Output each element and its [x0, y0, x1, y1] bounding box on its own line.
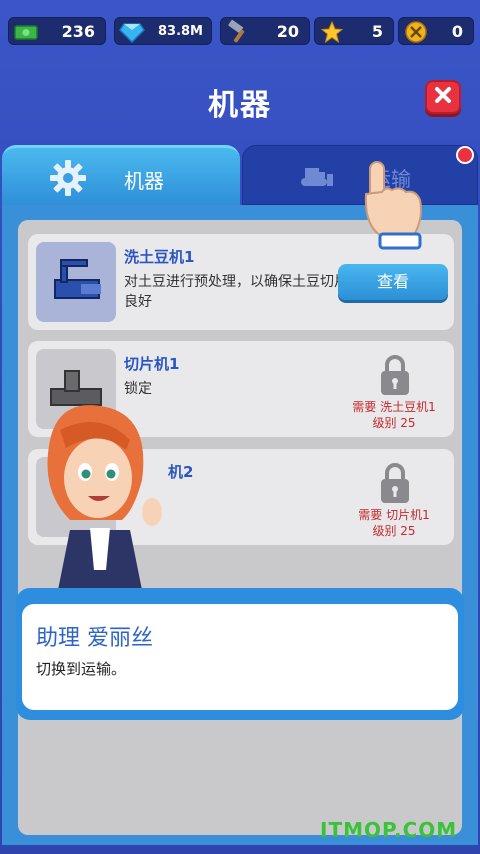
- requirement-machine: 需要 切片机1: [358, 508, 430, 522]
- diamond-value: 83.8M: [157, 24, 203, 39]
- tab-machines[interactable]: 机器: [2, 145, 240, 205]
- hammer-icon: [225, 20, 251, 44]
- resource-diamond: 83.8M: [114, 17, 212, 45]
- assistant-dialog[interactable]: 助理 爱丽丝 切换到运输。: [22, 604, 458, 710]
- dialog-speaker: 助理 爱丽丝: [36, 626, 153, 651]
- star-value: 5: [371, 22, 383, 41]
- diamond-icon: [119, 20, 145, 44]
- hammer-value: 20: [276, 22, 299, 41]
- page-title: 机器: [208, 88, 272, 123]
- resource-hammer: 20: [220, 17, 310, 45]
- requirement-machine: 需要 洗土豆机1: [352, 400, 436, 414]
- gear-icon: [48, 158, 88, 198]
- close-icon: [433, 85, 453, 109]
- tab-machines-label: 机器: [124, 169, 164, 193]
- machine-status: 锁定: [124, 381, 152, 397]
- resource-cash: 236: [8, 17, 106, 45]
- tutorial-hand-pointer: [360, 160, 430, 250]
- machine-name: 切片机1: [124, 355, 180, 373]
- potato-washer-image: [36, 242, 116, 322]
- unlock-requirement: 需要 切片机1 级别 25: [328, 507, 460, 539]
- requirement-level: 级别 25: [372, 416, 416, 430]
- assistant-character: [30, 400, 170, 590]
- view-button[interactable]: 查看: [338, 264, 448, 300]
- requirement-level: 级别 25: [372, 524, 416, 538]
- lock-icon: [378, 461, 412, 505]
- cash-icon: [13, 20, 39, 44]
- machine-description: 对土豆进行预处理，以确保土豆切片良好: [124, 274, 348, 310]
- notification-dot: [456, 146, 474, 164]
- star-icon: [319, 20, 345, 44]
- bulldozer-icon: [297, 156, 337, 196]
- close-button[interactable]: [425, 80, 461, 114]
- badge-value: 0: [451, 22, 463, 41]
- resource-bar: 236 83.8M 20 5 0: [8, 17, 474, 45]
- machine-name: 洗土豆机1: [124, 248, 195, 266]
- cash-value: 236: [61, 22, 95, 41]
- lock-icon: [378, 353, 412, 397]
- wrench-badge-icon: [403, 20, 429, 44]
- machine-name: 机2: [168, 463, 194, 481]
- unlock-requirement: 需要 洗土豆机1 级别 25: [328, 399, 460, 431]
- watermark: ITMOP.COM: [320, 818, 458, 842]
- dialog-message: 切换到运输。: [36, 660, 127, 678]
- resource-star: 5: [314, 17, 394, 45]
- resource-badge: 0: [398, 17, 474, 45]
